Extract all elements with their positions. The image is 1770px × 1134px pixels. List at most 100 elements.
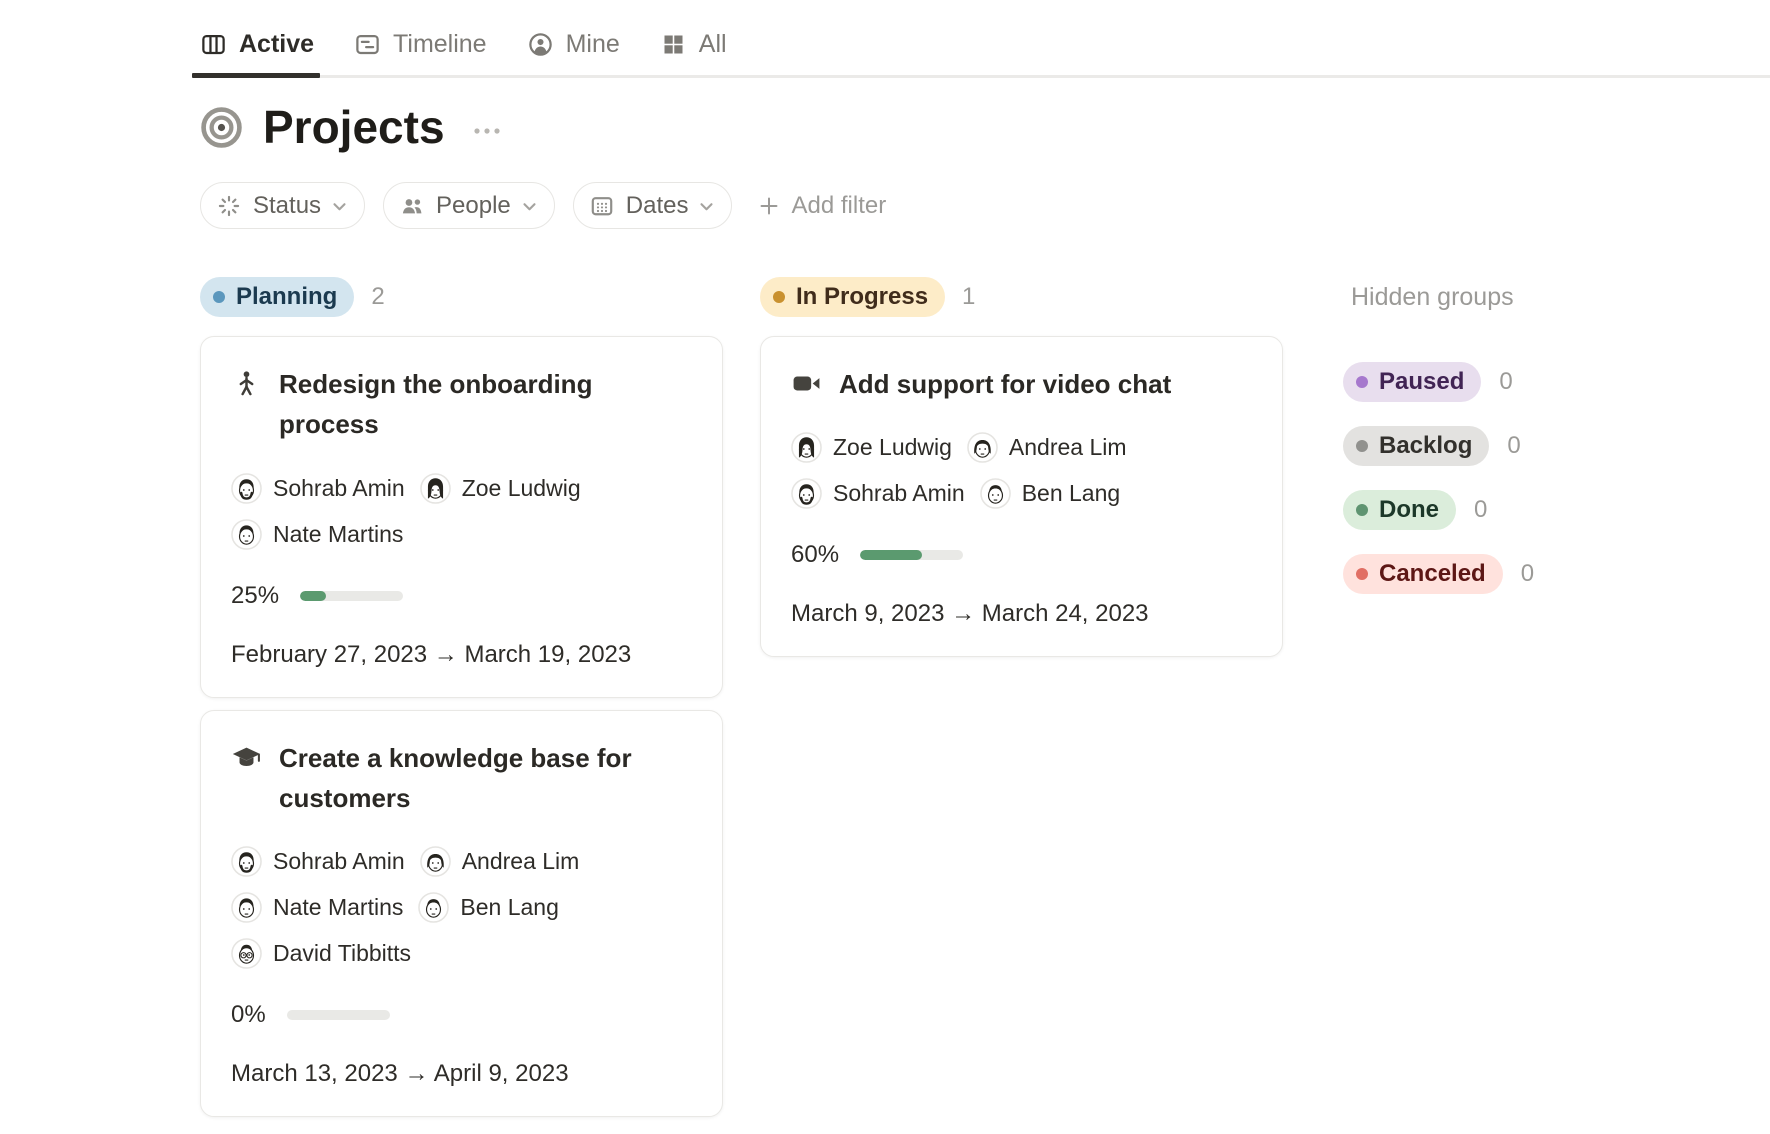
person-chip: Ben Lang — [980, 478, 1120, 509]
status-dot — [773, 291, 785, 303]
group-name: Planning — [236, 283, 337, 311]
progress-row: 0% — [231, 1001, 692, 1029]
filter-bar: Status People Dates Add filter — [200, 182, 1770, 229]
status-dot — [1356, 568, 1368, 580]
person-chip: Andrea Lim — [967, 432, 1127, 463]
group-count: 1 — [962, 283, 975, 311]
status-filter-button[interactable]: Status — [200, 182, 365, 229]
target-icon — [200, 106, 243, 149]
chevron-down-icon — [332, 202, 347, 212]
person-name: Nate Martins — [273, 894, 403, 921]
tab-label: Mine — [566, 30, 620, 59]
add-filter-label: Add filter — [791, 192, 886, 220]
progress-bar — [300, 591, 403, 601]
progress-percent: 0% — [231, 1001, 266, 1029]
hidden-group-row: Done 0 — [1343, 490, 1673, 530]
card-redesign-onboarding[interactable]: Redesign the onboarding process Sohrab A… — [200, 336, 723, 698]
board-view-icon — [200, 31, 227, 58]
tab-active[interactable]: Active — [200, 30, 314, 75]
view-tab-bar: Active Timeline Mine All — [200, 0, 1770, 78]
progress-bar — [287, 1010, 390, 1020]
group-pill-paused[interactable]: Paused — [1343, 362, 1481, 402]
avatar — [231, 519, 262, 550]
avatar — [420, 473, 451, 504]
tab-label: All — [699, 30, 727, 59]
person-name: David Tibbitts — [273, 940, 411, 967]
avatar — [231, 938, 262, 969]
person-chip: Sohrab Amin — [231, 846, 405, 877]
status-dot — [1356, 504, 1368, 516]
person-figure-icon — [231, 368, 262, 399]
avatar — [420, 846, 451, 877]
card-video-chat[interactable]: Add support for video chat Zoe Ludwig An… — [760, 336, 1283, 657]
grid-view-icon — [660, 31, 687, 58]
person-name: Zoe Ludwig — [833, 434, 952, 461]
avatar — [791, 478, 822, 509]
filter-label: People — [436, 192, 511, 220]
card-title-row: Add support for video chat — [791, 364, 1252, 404]
group-pill-done[interactable]: Done — [1343, 490, 1456, 530]
group-count: 0 — [1499, 368, 1512, 396]
tab-label: Timeline — [393, 30, 487, 59]
group-pill-canceled[interactable]: Canceled — [1343, 554, 1503, 594]
tab-mine[interactable]: Mine — [527, 30, 620, 75]
group-name: Paused — [1379, 368, 1464, 396]
progress-bar-fill — [300, 591, 326, 601]
card-title: Redesign the onboarding process — [279, 364, 692, 445]
group-count: 2 — [371, 283, 384, 311]
ellipsis-icon — [471, 125, 505, 137]
more-options-button[interactable] — [471, 125, 505, 137]
person-name: Nate Martins — [273, 521, 403, 548]
column-header: In Progress 1 — [760, 277, 1283, 317]
group-name: In Progress — [796, 283, 928, 311]
person-name: Andrea Lim — [1009, 434, 1127, 461]
page-header: Projects — [200, 100, 1770, 154]
person-name: Ben Lang — [1022, 480, 1120, 507]
column-header: Planning 2 — [200, 277, 723, 317]
kanban-board: Planning 2 Redesign the onboarding proce… — [200, 277, 1770, 1117]
tab-all[interactable]: All — [660, 30, 727, 75]
person-chip: David Tibbitts — [231, 938, 411, 969]
tab-label: Active — [239, 30, 314, 59]
page-title[interactable]: Projects — [263, 100, 445, 154]
progress-bar — [860, 550, 963, 560]
hidden-group-row: Backlog 0 — [1343, 426, 1673, 466]
person-chip: Nate Martins — [231, 892, 403, 923]
progress-percent: 60% — [791, 541, 839, 569]
progress-row: 25% — [231, 582, 692, 610]
group-pill-planning[interactable]: Planning — [200, 277, 354, 317]
filter-label: Dates — [626, 192, 689, 220]
person-name: Andrea Lim — [462, 848, 580, 875]
timeline-view-icon — [354, 31, 381, 58]
group-name: Canceled — [1379, 560, 1486, 588]
person-name: Zoe Ludwig — [462, 475, 581, 502]
person-chip: Andrea Lim — [420, 846, 580, 877]
status-dot — [1356, 440, 1368, 452]
video-camera-icon — [791, 368, 822, 399]
graduation-cap-icon — [231, 742, 262, 773]
date-range: February 27, 2023 → March 19, 2023 — [231, 641, 692, 669]
hidden-group-row: Canceled 0 — [1343, 554, 1673, 594]
group-count: 0 — [1521, 560, 1534, 588]
dates-filter-button[interactable]: Dates — [573, 182, 733, 229]
person-chip: Zoe Ludwig — [791, 432, 952, 463]
progress-percent: 25% — [231, 582, 279, 610]
card-knowledge-base[interactable]: Create a knowledge base for customers So… — [200, 710, 723, 1118]
group-pill-in-progress[interactable]: In Progress — [760, 277, 945, 317]
avatar — [980, 478, 1011, 509]
person-chip: Zoe Ludwig — [420, 473, 581, 504]
tab-timeline[interactable]: Timeline — [354, 30, 487, 75]
avatar — [231, 473, 262, 504]
date-range: March 13, 2023 → April 9, 2023 — [231, 1060, 692, 1088]
people-filter-button[interactable]: People — [383, 182, 555, 229]
add-filter-button[interactable]: Add filter — [758, 192, 886, 220]
column-in-progress: In Progress 1 Add support for video chat… — [760, 277, 1283, 657]
group-name: Done — [1379, 496, 1439, 524]
plus-icon — [758, 195, 780, 217]
group-pill-backlog[interactable]: Backlog — [1343, 426, 1489, 466]
hidden-groups-title: Hidden groups — [1343, 277, 1673, 317]
card-people: Sohrab Amin Zoe Ludwig Nate Martins — [231, 473, 692, 550]
person-chip: Sohrab Amin — [231, 473, 405, 504]
card-title-row: Redesign the onboarding process — [231, 364, 692, 445]
person-name: Sohrab Amin — [833, 480, 965, 507]
